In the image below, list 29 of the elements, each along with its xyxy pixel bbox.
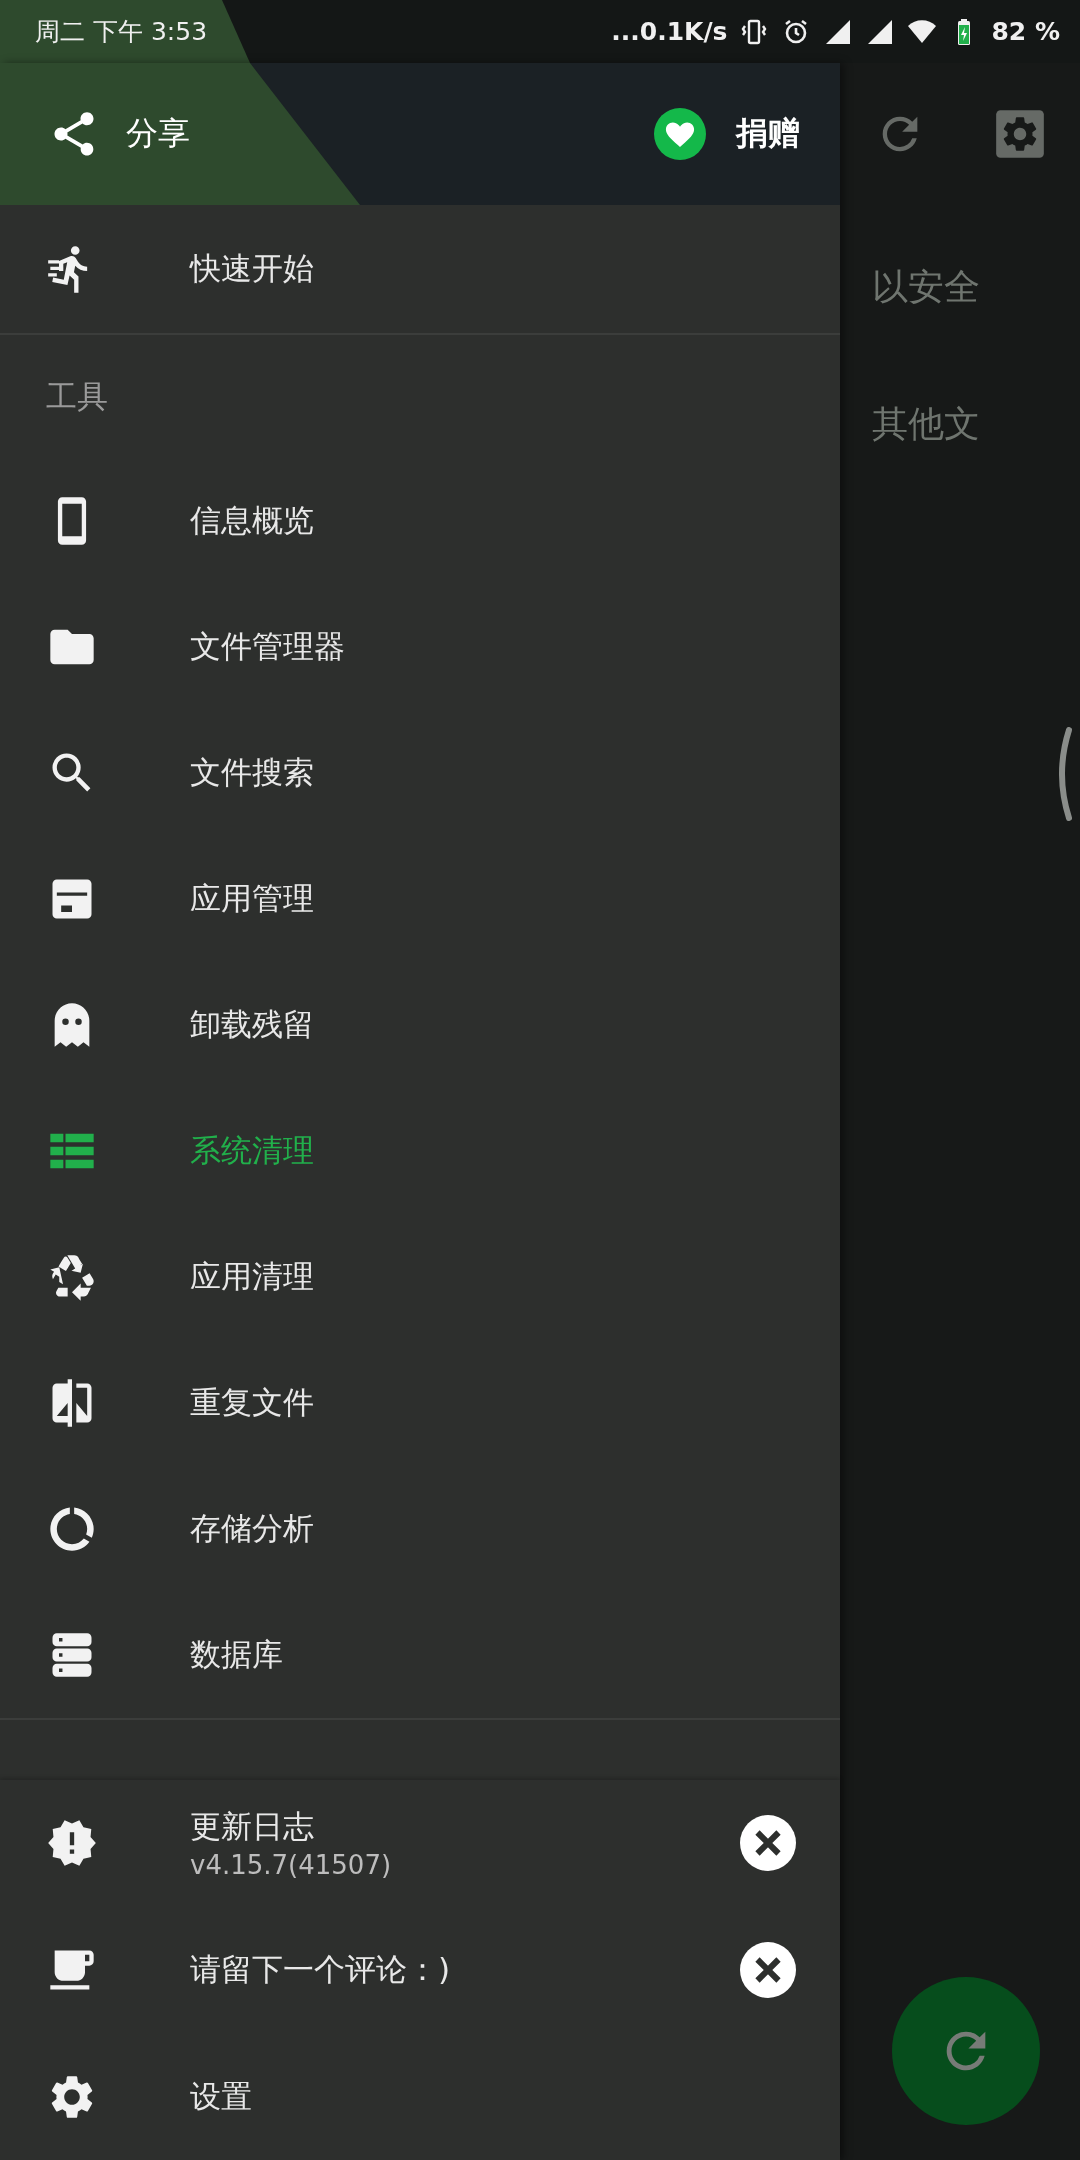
menu-item[interactable]: 卸载残留 [0,962,840,1088]
menu-item[interactable]: 应用管理 [0,836,840,962]
close-button[interactable] [740,1815,796,1872]
menu-label[interactable]: 请留下一个评论：) [190,1949,740,1991]
battery-percent: 82 % [991,17,1060,46]
menu-item[interactable]: 文件搜索 [0,710,840,836]
clock-time: 周二 下午 3:53 [35,16,208,48]
share-button[interactable]: 分享 [48,108,190,160]
menu-item[interactable]: 重复文件 [0,1340,840,1466]
menu-item[interactable]: 应用清理 [0,1214,840,1340]
close-icon [740,1815,796,1872]
close-icon [740,1942,796,1998]
version-text: v4.15.7(41507) [190,1850,393,1881]
loading-arc-icon [1059,727,1072,821]
settings-icon[interactable] [994,108,1046,160]
menu-item[interactable]: 快速开始 [0,205,840,335]
section-title: 工具 [45,376,109,416]
menu-label[interactable]: 更新日志 [190,1806,740,1849]
menu-item[interactable]: 信息概览 [0,458,840,584]
body-text: 以安全 [872,265,981,309]
close-button[interactable] [740,1942,796,1998]
menu-item[interactable]: 系统清理 [0,1088,840,1214]
menu-item[interactable]: 数据库 [0,1592,840,1718]
body-text: 其他文 [872,402,981,446]
menu-label[interactable]: 设置 [190,2075,796,2118]
menu-item[interactable]: 文件管理器 [0,584,840,710]
network-speed: ...0.1K/s [611,17,728,46]
menu-item[interactable]: 存储分析 [0,1466,840,1592]
donate-button[interactable]: 捐赠 [654,108,800,160]
